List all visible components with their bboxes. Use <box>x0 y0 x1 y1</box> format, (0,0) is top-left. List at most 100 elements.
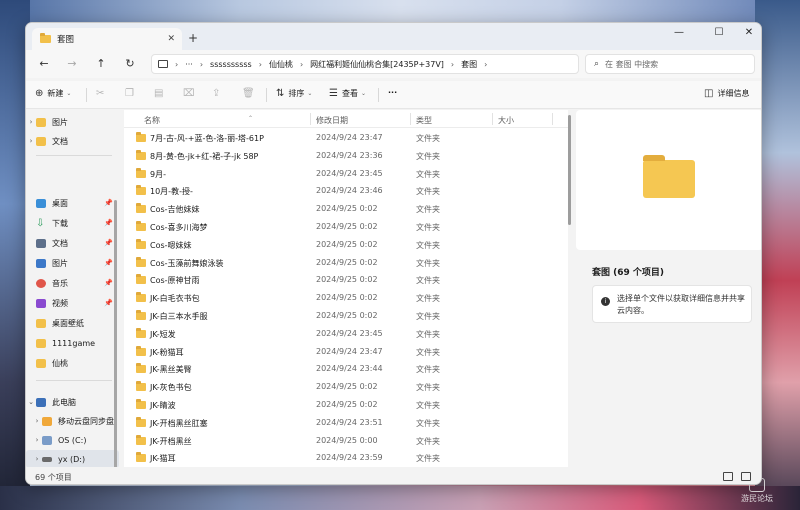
music-icon <box>36 278 46 288</box>
chevron-right-icon[interactable]: › <box>32 417 42 425</box>
address-bar[interactable]: › ··· › ssssssssss › 仙仙桃 › 网红福利姬仙仙桃合集[24… <box>151 54 579 74</box>
tiles-view-icon[interactable] <box>741 472 751 481</box>
sidebar-item-wallpaper[interactable]: 桌面壁纸 <box>26 314 119 332</box>
sidebar-item-this-pc[interactable]: ⌄ 此电脑 <box>26 393 119 411</box>
folder-icon <box>136 416 146 427</box>
file-row[interactable]: Cos-玉藻前舞娘泳装 2024/9/25 0:02 文件夹 <box>124 254 568 272</box>
maximize-button[interactable]: ☐ <box>709 27 729 38</box>
file-type: 文件夹 <box>416 454 440 464</box>
file-row[interactable]: JK-灰色书包 2024/9/25 0:02 文件夹 <box>124 378 568 396</box>
sidebar-item-downloads[interactable]: ⇩ 下载 📌 <box>26 214 119 232</box>
column-divider[interactable] <box>410 113 411 125</box>
sidebar-item-drive-d[interactable]: › yx (D:) <box>26 450 119 467</box>
chevron-right-icon[interactable]: › <box>26 137 36 145</box>
sidebar-item-desktop[interactable]: 桌面 📌 <box>26 194 119 212</box>
search-box[interactable]: ⌕ 在 套图 中搜索 <box>585 54 755 74</box>
column-divider[interactable] <box>552 113 553 125</box>
file-date: 2024/9/24 23:47 <box>316 133 383 142</box>
file-row[interactable]: 9月- 2024/9/24 23:45 文件夹 <box>124 165 568 183</box>
forward-button[interactable]: → <box>64 57 80 70</box>
new-button[interactable]: ⊕ 新建 ⌄ <box>35 88 71 99</box>
file-row[interactable]: JK-开档黑丝肛塞 2024/9/24 23:51 文件夹 <box>124 414 568 432</box>
sidebar-item-pictures[interactable]: 图片 📌 <box>26 254 119 272</box>
sidebar-item-label: 桌面 <box>52 198 68 208</box>
sidebar-item-drive-c[interactable]: › OS (C:) <box>26 431 119 449</box>
sidebar-item-xiantao[interactable]: 仙桃 <box>26 354 119 372</box>
file-row[interactable]: Cos-嗯妹妹 2024/9/25 0:02 文件夹 <box>124 236 568 254</box>
file-list-scrollbar[interactable] <box>568 115 571 225</box>
column-header-date[interactable]: 修改日期 <box>316 115 348 126</box>
folder-icon <box>136 238 146 249</box>
folder-icon <box>136 221 146 231</box>
file-date: 2024/9/25 0:02 <box>316 293 378 303</box>
file-row[interactable]: JK-睛波 2024/9/25 0:02 文件夹 <box>124 396 568 414</box>
sidebar-item-docs[interactable]: 文档 📌 <box>26 234 119 252</box>
column-header-type[interactable]: 类型 <box>416 115 432 126</box>
file-row[interactable]: JK-白毛衣书包 2024/9/25 0:02 文件夹 <box>124 289 568 307</box>
view-button[interactable]: ☰ 查看 ⌄ <box>329 88 366 99</box>
file-name: JK-灰色书包 <box>150 383 192 393</box>
file-row[interactable]: JK-粉猫耳 2024/9/24 23:47 文件夹 <box>124 343 568 361</box>
sidebar-item-videos[interactable]: 视频 📌 <box>26 294 119 312</box>
column-divider[interactable] <box>492 113 493 125</box>
chevron-right-icon[interactable]: › <box>32 436 42 444</box>
breadcrumb-item[interactable]: 网红福利姬仙仙桃合集[2435P+37V] <box>310 59 444 70</box>
sidebar-item-1111game[interactable]: 1111game <box>26 334 119 352</box>
chevron-down-icon[interactable]: ⌄ <box>26 398 36 406</box>
column-divider[interactable] <box>310 113 311 125</box>
file-row[interactable]: Cos-喜多川海梦 2024/9/25 0:02 文件夹 <box>124 218 568 236</box>
add-tab-button[interactable]: + <box>188 31 198 45</box>
sidebar-item-documents-folder[interactable]: › 文档 <box>26 132 119 150</box>
minimize-button[interactable]: — <box>669 27 689 38</box>
sidebar-item-pictures-folder[interactable]: › 图片 <box>26 113 119 131</box>
sidebar-item-cloud-sync[interactable]: › 移动云盘同步盘 <box>26 412 119 430</box>
delete-button[interactable]: 🗑 <box>242 88 259 99</box>
file-row[interactable]: JK-开档黑丝 2024/9/25 0:00 文件夹 <box>124 432 568 450</box>
file-row[interactable]: Cos-原神甘雨 2024/9/25 0:02 文件夹 <box>124 271 568 289</box>
sidebar-item-label: 此电脑 <box>52 397 76 407</box>
file-date: 2024/9/24 23:59 <box>316 453 383 463</box>
breadcrumb-overflow[interactable]: ··· <box>185 60 193 69</box>
pin-icon: 📌 <box>104 239 113 247</box>
more-options-button[interactable]: ··· <box>388 88 397 97</box>
chevron-right-icon[interactable]: › <box>26 118 36 126</box>
file-row[interactable]: 8月-黄-色-jk+红-裙-子-jk 58P 2024/9/24 23:36 文件夹 <box>124 147 568 165</box>
sort-icon: ⇅ <box>276 88 285 99</box>
file-type: 文件夹 <box>416 223 440 232</box>
details-pane-button[interactable]: ◫ 详细信息 <box>704 88 749 99</box>
search-icon: ⌕ <box>594 59 600 69</box>
search-input[interactable]: 在 套图 中搜索 <box>605 59 658 70</box>
sidebar-scrollbar[interactable] <box>114 200 117 467</box>
breadcrumb-item[interactable]: 仙仙桃 <box>269 59 293 70</box>
file-date: 2024/9/25 0:02 <box>316 400 378 409</box>
navigation-pane: › 图片 › 文档 桌面 📌 ⇩ 下载 📌 文档 📌 图片 📌 音乐 📌 视频 … <box>26 110 119 467</box>
close-window-button[interactable]: ✕ <box>739 27 759 38</box>
column-header-size[interactable]: 大小 <box>498 115 514 126</box>
column-header-name[interactable]: 名称 <box>144 115 160 126</box>
rename-button[interactable]: ⌧ <box>183 88 199 99</box>
cloud-drive-icon <box>42 416 52 426</box>
cut-button[interactable]: ✂ <box>96 88 108 99</box>
tab-current-folder[interactable]: 套图 ✕ <box>32 28 182 50</box>
details-view-icon[interactable] <box>723 472 733 481</box>
file-row[interactable]: JK-白三本水手服 2024/9/25 0:02 文件夹 <box>124 307 568 325</box>
folder-icon <box>136 345 146 356</box>
sidebar-item-music[interactable]: 音乐 📌 <box>26 274 119 292</box>
file-row[interactable]: 7月-古-风-+蓝-色-洛-丽-塔-61P 2024/9/24 23:47 文件夹 <box>124 129 568 147</box>
chevron-right-icon[interactable]: › <box>32 455 42 463</box>
breadcrumb-item[interactable]: 套图 <box>461 59 477 70</box>
paste-button[interactable]: ▤ <box>154 88 167 99</box>
sort-button[interactable]: ⇅ 排序 ⌄ <box>276 88 312 99</box>
breadcrumb-item[interactable]: ssssssssss <box>210 60 252 69</box>
close-tab-icon[interactable]: ✕ <box>167 34 175 44</box>
file-row[interactable]: JK-短发 2024/9/24 23:45 文件夹 <box>124 325 568 343</box>
file-row[interactable]: JK-猫耳 2024/9/24 23:59 文件夹 <box>124 449 568 467</box>
back-button[interactable]: ← <box>36 57 52 70</box>
file-row[interactable]: Cos-吉他妹妹 2024/9/25 0:02 文件夹 <box>124 200 568 218</box>
file-row[interactable]: JK-黑丝美臀 2024/9/24 23:44 文件夹 <box>124 360 568 378</box>
copy-button[interactable]: ❐ <box>125 88 138 99</box>
refresh-button[interactable]: ↻ <box>122 57 138 70</box>
file-row[interactable]: 10月-教-授- 2024/9/24 23:46 文件夹 <box>124 182 568 200</box>
up-button[interactable]: ↑ <box>93 57 109 70</box>
share-button[interactable]: ⇪ <box>212 88 224 99</box>
